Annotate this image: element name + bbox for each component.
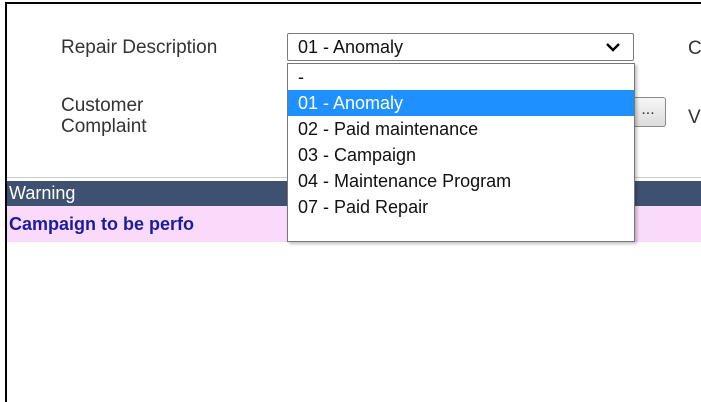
option-campaign[interactable]: 03 - Campaign (288, 142, 634, 168)
option-empty[interactable]: - (288, 64, 634, 90)
customer-complaint-label-line1: Customer (61, 95, 144, 116)
complaint-lookup-button[interactable]: ... (630, 97, 666, 127)
repair-description-label: Repair Description (61, 37, 218, 58)
chevron-down-icon (606, 43, 620, 52)
next-field-label-cut: C (688, 38, 701, 59)
repair-description-select[interactable]: 01 - Anomaly (287, 33, 634, 61)
customer-complaint-label-line2: Complaint (61, 116, 147, 137)
ellipsis-label: ... (641, 101, 655, 118)
next-field-label-cut-2: V (688, 107, 701, 128)
option-anomaly[interactable]: 01 - Anomaly (288, 90, 634, 116)
option-maintenance-program[interactable]: 04 - Maintenance Program (288, 168, 634, 194)
warning-message-text: Campaign to be perfo (9, 214, 195, 234)
repair-description-selected-value: 01 - Anomaly (298, 37, 404, 57)
option-paid-repair[interactable]: 07 - Paid Repair (288, 194, 634, 220)
option-paid-maintenance[interactable]: 02 - Paid maintenance (288, 116, 634, 142)
repair-description-options-list: - 01 - Anomaly 02 - Paid maintenance 03 … (287, 63, 635, 242)
warning-title: Warning (9, 183, 76, 203)
